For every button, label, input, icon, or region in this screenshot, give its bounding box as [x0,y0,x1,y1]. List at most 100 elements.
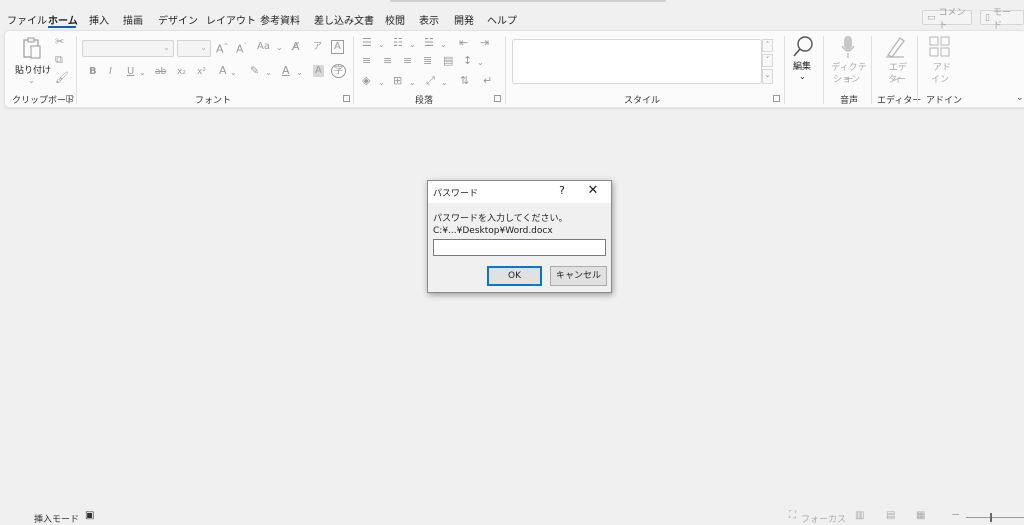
tab-review[interactable]: 校閲 [385,12,405,27]
italic-button[interactable]: I [109,66,112,78]
window-drag-area[interactable] [390,0,666,2]
editing-button[interactable]: 編集 ⌄ [790,34,816,92]
editor-group-label: エディター [877,96,922,106]
paste-button[interactable] [23,37,41,59]
grow-font-icon[interactable]: A^ [216,41,229,56]
format-painter-icon[interactable]: 🖌 [55,72,69,84]
tab-insert[interactable]: 挿入 [89,12,109,27]
help-button[interactable]: ? [556,184,568,197]
chevron-down-icon[interactable]: ⌄ [265,67,272,79]
font-color-icon[interactable]: A [282,65,290,77]
tab-view[interactable]: 表示 [419,12,439,27]
bold-button[interactable]: B [89,66,97,78]
chevron-down-icon: ⌄ [163,43,170,52]
align-left-icon[interactable]: ≡ [362,55,371,67]
zoom-slider-track[interactable] [966,517,1024,518]
zoom-slider-thumb[interactable] [990,513,992,522]
font-size-combo[interactable]: ⌄ [177,40,211,57]
shading-icon[interactable]: ◈ [362,75,370,87]
clear-formatting-icon[interactable]: A̸ [292,41,300,53]
change-case-button[interactable]: Aa [257,41,270,53]
macro-record-icon[interactable]: ▣ [85,510,94,521]
font-dialog-launcher[interactable] [343,95,350,102]
tab-mailings[interactable]: 差し込み文書 [314,12,374,27]
chevron-down-icon[interactable]: ⌄ [378,39,385,51]
tab-draw[interactable]: 描画 [123,12,143,27]
chevron-down-icon[interactable]: ⌄ [440,39,447,51]
close-icon[interactable]: ✕ [586,183,600,198]
distributed-icon[interactable]: ▤ [443,55,453,67]
chevron-down-icon[interactable]: ⌄ [409,77,416,89]
chevron-down-icon[interactable]: ⌄ [296,67,303,79]
dictate-button[interactable]: ディクテー ション [829,34,867,86]
numbering-icon[interactable]: ☷ [393,37,403,49]
sort-icon[interactable]: ⇅ [460,75,469,87]
strikethrough-button[interactable]: ab [155,66,166,78]
styles-more-button[interactable]: ⌄ [762,69,773,84]
insert-mode-indicator[interactable]: 挿入モード [34,512,79,525]
line-spacing-icon[interactable]: ↕ [463,55,472,67]
chevron-down-icon[interactable]: ⌄ [477,57,484,69]
password-input[interactable] [433,239,606,256]
ok-button[interactable]: OK [487,266,542,286]
tab-home[interactable]: ホーム [48,12,78,27]
bullets-icon[interactable]: ☰ [362,37,372,49]
tab-design[interactable]: デザイン [158,12,198,27]
character-shading-icon[interactable]: A [313,65,324,77]
chevron-down-icon[interactable]: ⌄ [139,67,146,79]
chevron-down-icon[interactable]: ⌄ [441,77,448,89]
editor-button[interactable]: エディ ター [879,34,911,86]
zoom-out-icon[interactable]: − [951,508,960,521]
styles-gallery[interactable] [512,39,762,84]
highlight-color-icon[interactable]: ✎ [250,65,259,77]
enclose-characters-icon[interactable]: 字 [331,64,347,78]
superscript-button[interactable]: x² [197,66,206,78]
addins-button[interactable]: アド イン [925,34,955,86]
show-marks-icon[interactable]: ↵ [483,75,492,87]
chevron-down-icon[interactable]: ⌄ [28,75,35,87]
tab-help[interactable]: ヘルプ [487,12,517,27]
phonetic-guide-icon[interactable]: ア [313,41,322,53]
styles-dialog-launcher[interactable] [773,95,780,102]
text-effects-icon[interactable]: A [219,65,227,77]
ribbon-collapse-icon[interactable]: ⌄ [1016,92,1024,104]
clipboard-dialog-launcher[interactable] [66,95,73,102]
editor-pen-icon [886,37,905,58]
chevron-down-icon[interactable]: ⌄ [409,39,416,51]
tab-references[interactable]: 参考資料 [260,12,300,27]
asian-layout-icon[interactable]: ⤢ [426,75,435,87]
chevron-down-icon: ⌄ [799,72,806,81]
addins-group-label: アドイン [926,96,963,106]
print-layout-icon[interactable]: ▤ [886,510,895,521]
align-center-icon[interactable]: ≡ [383,55,392,67]
align-right-icon[interactable]: ≡ [403,55,412,67]
multilevel-list-icon[interactable]: ☱ [424,37,434,49]
web-layout-icon[interactable]: ▦ [916,510,925,521]
chevron-down-icon[interactable]: ⌄ [276,42,283,54]
tab-file[interactable]: ファイル [7,12,47,27]
chevron-down-icon[interactable]: ⌄ [230,67,237,79]
styles-scroll-down[interactable]: ˅ [762,54,773,67]
underline-button[interactable]: U [127,66,134,78]
editing-mode-button[interactable]: ▯ モード [980,8,1024,31]
font-name-combo[interactable]: ⌄ [82,40,174,57]
comment-button[interactable]: ▭ コメント [922,8,972,31]
read-mode-icon[interactable]: ▥ [855,510,864,521]
borders-icon[interactable]: ⊞ [393,75,402,87]
decrease-indent-icon[interactable]: ⇤ [459,37,468,49]
subscript-button[interactable]: x₂ [177,66,186,78]
dialog-title-bar[interactable]: パスワード ? ✕ [428,181,611,203]
increase-indent-icon[interactable]: ⇥ [480,37,489,49]
styles-scroll-up[interactable]: ˄ [762,39,773,52]
copy-icon[interactable]: ⧉ [55,54,63,66]
shrink-font-icon[interactable]: Aˇ [236,41,247,56]
tab-layout[interactable]: レイアウト [206,12,256,27]
tab-developer[interactable]: 開発 [454,12,474,27]
cancel-button[interactable]: キャンセル [550,266,607,286]
character-border-icon[interactable]: A [331,40,344,54]
chevron-down-icon[interactable]: ⌄ [378,77,385,89]
scissors-icon[interactable]: ✂ [55,36,64,48]
focus-button[interactable]: フォーカス [801,512,846,525]
justify-icon[interactable]: ≣ [423,55,432,67]
paragraph-dialog-launcher[interactable] [494,95,501,102]
